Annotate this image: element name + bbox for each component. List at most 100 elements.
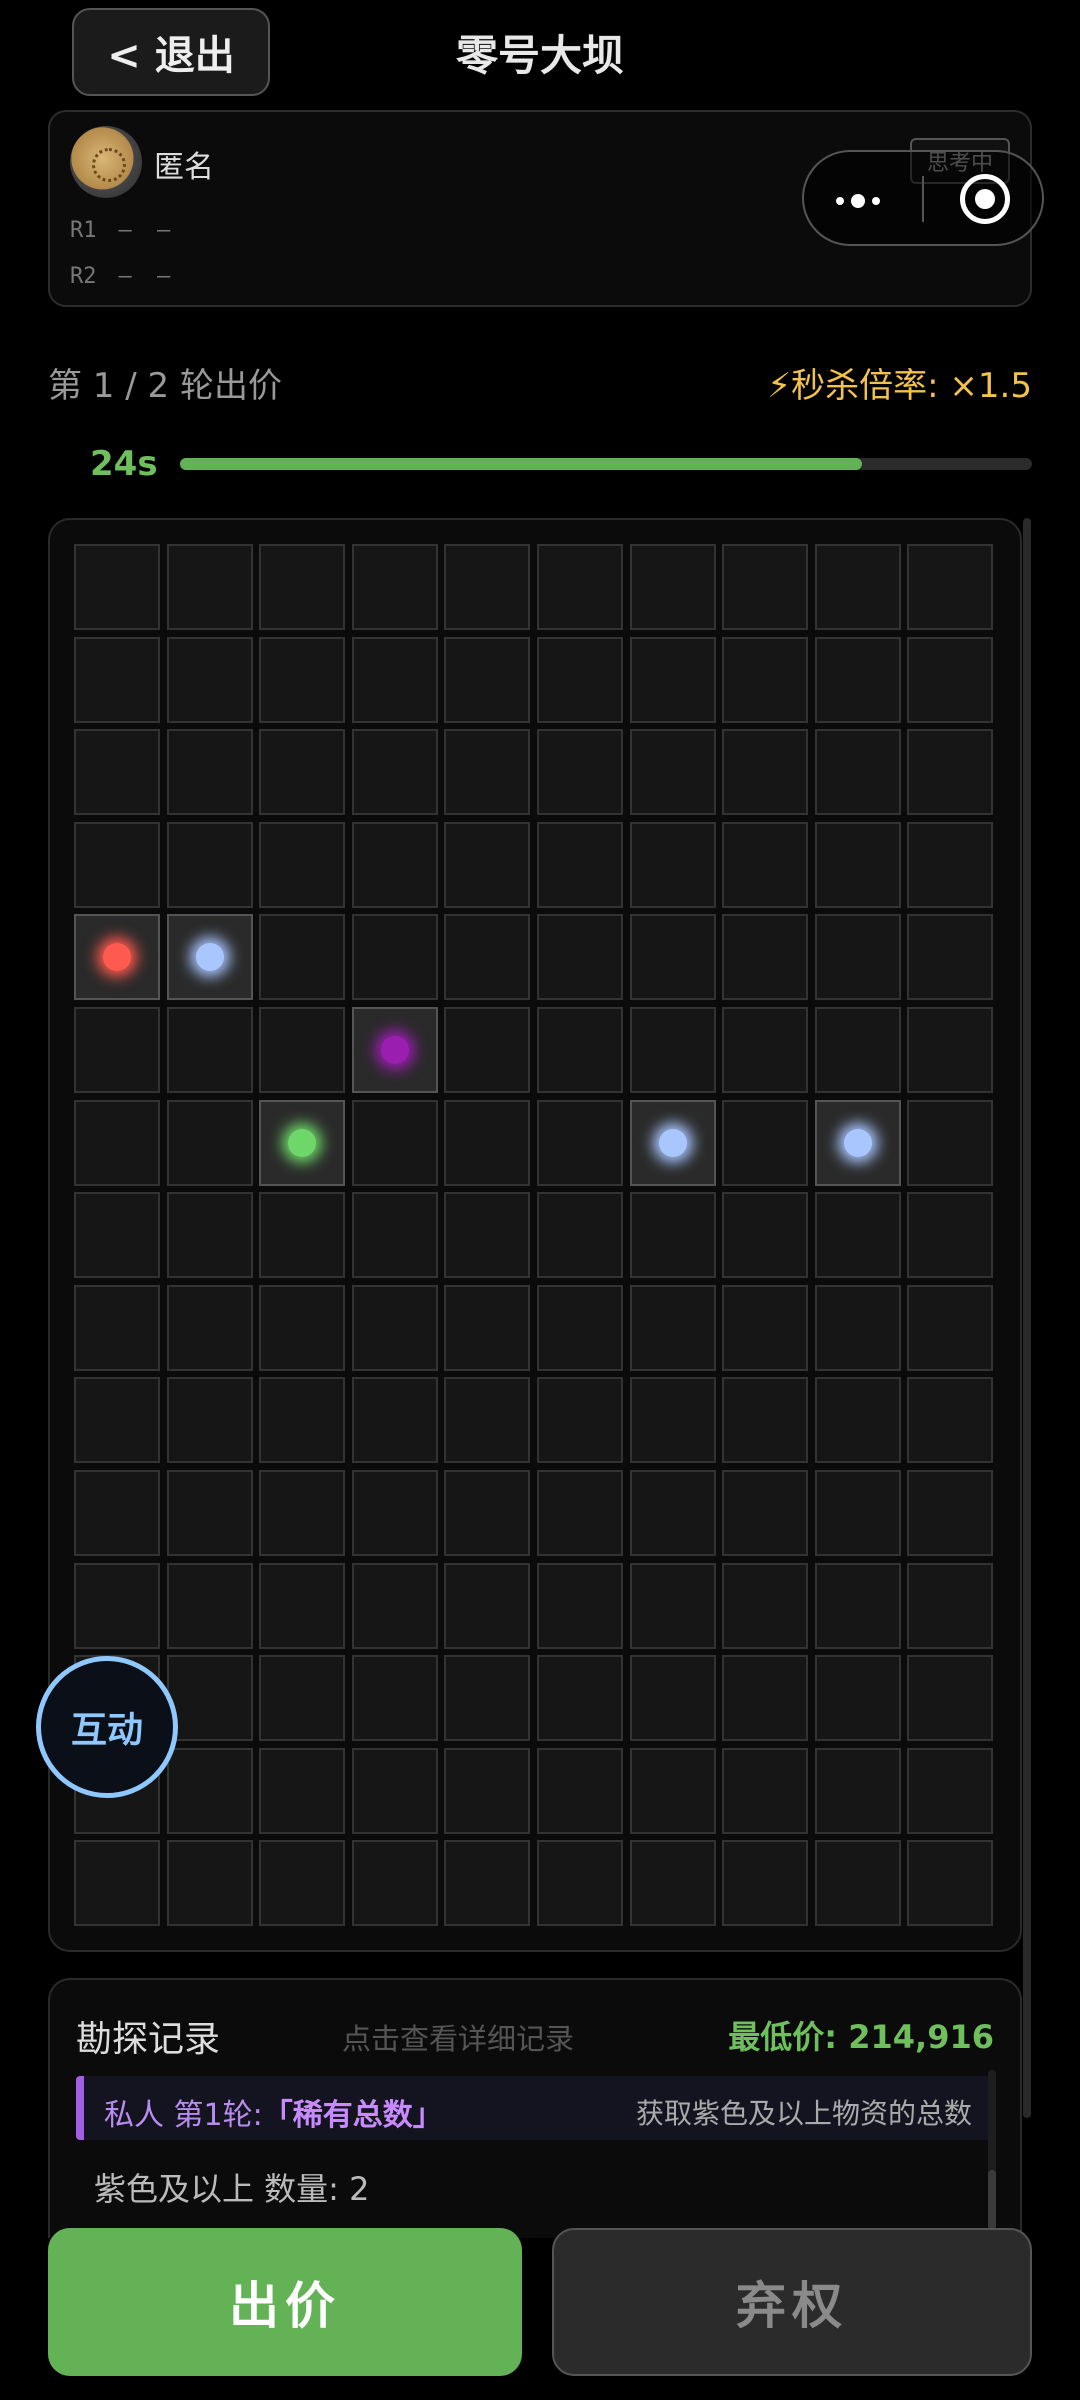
grid-cell[interactable] [814, 636, 901, 723]
grid-cell[interactable] [74, 1377, 160, 1464]
grid-cell[interactable] [536, 1099, 623, 1186]
grid-cell[interactable] [629, 1840, 716, 1927]
grid-cell[interactable] [722, 729, 809, 816]
grid-cell[interactable] [536, 821, 623, 908]
grid-cell[interactable] [629, 544, 716, 630]
grid-cell[interactable] [74, 544, 160, 630]
grid-cell[interactable] [259, 1840, 346, 1927]
grid-cell[interactable] [907, 1840, 994, 1927]
grid-cell[interactable] [907, 1469, 994, 1556]
grid-cell[interactable] [814, 1469, 901, 1556]
grid-cell[interactable] [444, 914, 531, 1001]
grid-cell[interactable] [351, 1747, 438, 1834]
grid-cell[interactable] [74, 1562, 160, 1649]
grid-cell[interactable] [907, 544, 994, 630]
grid-cell[interactable] [629, 1006, 716, 1093]
grid-cell[interactable] [351, 1469, 438, 1556]
record-panel[interactable]: 勘探记录 点击查看详细记录 最低价: 214,916 私人 第1轮:「稀有总数」… [48, 1978, 1022, 2238]
grid-cell[interactable] [629, 914, 716, 1001]
grid-cell[interactable] [351, 1377, 438, 1464]
target-icon[interactable] [960, 174, 1010, 224]
grid-cell[interactable] [444, 821, 531, 908]
grid-cell[interactable] [722, 914, 809, 1001]
grid-cell[interactable] [814, 1840, 901, 1927]
grid-cell[interactable] [536, 1377, 623, 1464]
grid-cell[interactable] [722, 1562, 809, 1649]
grid-cell[interactable] [629, 1747, 716, 1834]
grid-cell[interactable] [166, 821, 253, 908]
grid-cell[interactable] [444, 1006, 531, 1093]
grid-cell-item[interactable] [74, 914, 160, 1001]
grid-cell[interactable] [444, 1562, 531, 1649]
grid-cell[interactable] [907, 1192, 994, 1279]
grid-cell[interactable] [907, 1006, 994, 1093]
grid-cell[interactable] [629, 1562, 716, 1649]
grid-cell[interactable] [74, 1469, 160, 1556]
grid-cell[interactable] [907, 1655, 994, 1742]
grid-cell[interactable] [166, 1469, 253, 1556]
grid-cell[interactable] [722, 1747, 809, 1834]
grid-cell[interactable] [444, 1840, 531, 1927]
grid-cell[interactable] [351, 1284, 438, 1371]
grid-cell[interactable] [444, 544, 531, 630]
grid-cell[interactable] [722, 1377, 809, 1464]
grid-cell[interactable] [351, 1655, 438, 1742]
interact-button[interactable]: 互动 [36, 1656, 178, 1798]
grid-cell[interactable] [722, 1284, 809, 1371]
grid-cell[interactable] [629, 1192, 716, 1279]
grid-cell[interactable] [907, 1747, 994, 1834]
grid-cell[interactable] [444, 729, 531, 816]
grid-cell[interactable] [259, 914, 346, 1001]
grid-cell[interactable] [259, 1006, 346, 1093]
grid-cell[interactable] [536, 1006, 623, 1093]
grid-cell[interactable] [166, 1562, 253, 1649]
grid-scrollbar[interactable] [1023, 518, 1031, 2118]
grid-cell-item[interactable] [351, 1006, 438, 1093]
grid-cell[interactable] [74, 1006, 160, 1093]
grid-cell[interactable] [444, 1377, 531, 1464]
grid-cell[interactable] [722, 1099, 809, 1186]
grid-cell[interactable] [907, 914, 994, 1001]
grid-cell[interactable] [907, 1377, 994, 1464]
grid-cell[interactable] [444, 1655, 531, 1742]
grid-cell[interactable] [259, 1192, 346, 1279]
grid-cell[interactable] [814, 1192, 901, 1279]
grid-cell[interactable] [351, 729, 438, 816]
grid-cell[interactable] [259, 544, 346, 630]
grid-cell[interactable] [74, 1192, 160, 1279]
record-scrollbar[interactable] [988, 2070, 996, 2230]
grid-cell[interactable] [907, 636, 994, 723]
grid-cell[interactable] [74, 1099, 160, 1186]
grid-cell[interactable] [814, 1006, 901, 1093]
bid-button[interactable]: 出价 [48, 2228, 522, 2376]
grid-cell[interactable] [722, 1006, 809, 1093]
grid-cell[interactable] [722, 1840, 809, 1927]
grid-cell[interactable] [814, 914, 901, 1001]
grid-cell[interactable] [166, 636, 253, 723]
grid-cell[interactable] [536, 914, 623, 1001]
grid-cell[interactable] [722, 544, 809, 630]
grid-cell[interactable] [351, 1192, 438, 1279]
grid-cell[interactable] [536, 1840, 623, 1927]
grid-cell[interactable] [536, 1192, 623, 1279]
grid-cell[interactable] [74, 821, 160, 908]
grid-cell[interactable] [166, 1192, 253, 1279]
grid-cell[interactable] [814, 1284, 901, 1371]
grid-cell[interactable] [536, 544, 623, 630]
grid-cell[interactable] [629, 1284, 716, 1371]
grid-cell[interactable] [444, 1099, 531, 1186]
grid-cell[interactable] [444, 1192, 531, 1279]
grid-cell[interactable] [259, 1562, 346, 1649]
grid-cell[interactable] [536, 1562, 623, 1649]
grid-cell[interactable] [536, 1469, 623, 1556]
grid-cell[interactable] [259, 1284, 346, 1371]
grid-cell[interactable] [814, 729, 901, 816]
grid-cell[interactable] [351, 1562, 438, 1649]
grid-cell[interactable] [74, 636, 160, 723]
grid-cell[interactable] [166, 1747, 253, 1834]
grid-cell[interactable] [629, 1469, 716, 1556]
grid-cell[interactable] [166, 729, 253, 816]
grid-cell[interactable] [444, 1747, 531, 1834]
record-entry[interactable]: 私人 第1轮:「稀有总数」 获取紫色及以上物资的总数 [76, 2076, 990, 2140]
grid-cell[interactable] [166, 544, 253, 630]
